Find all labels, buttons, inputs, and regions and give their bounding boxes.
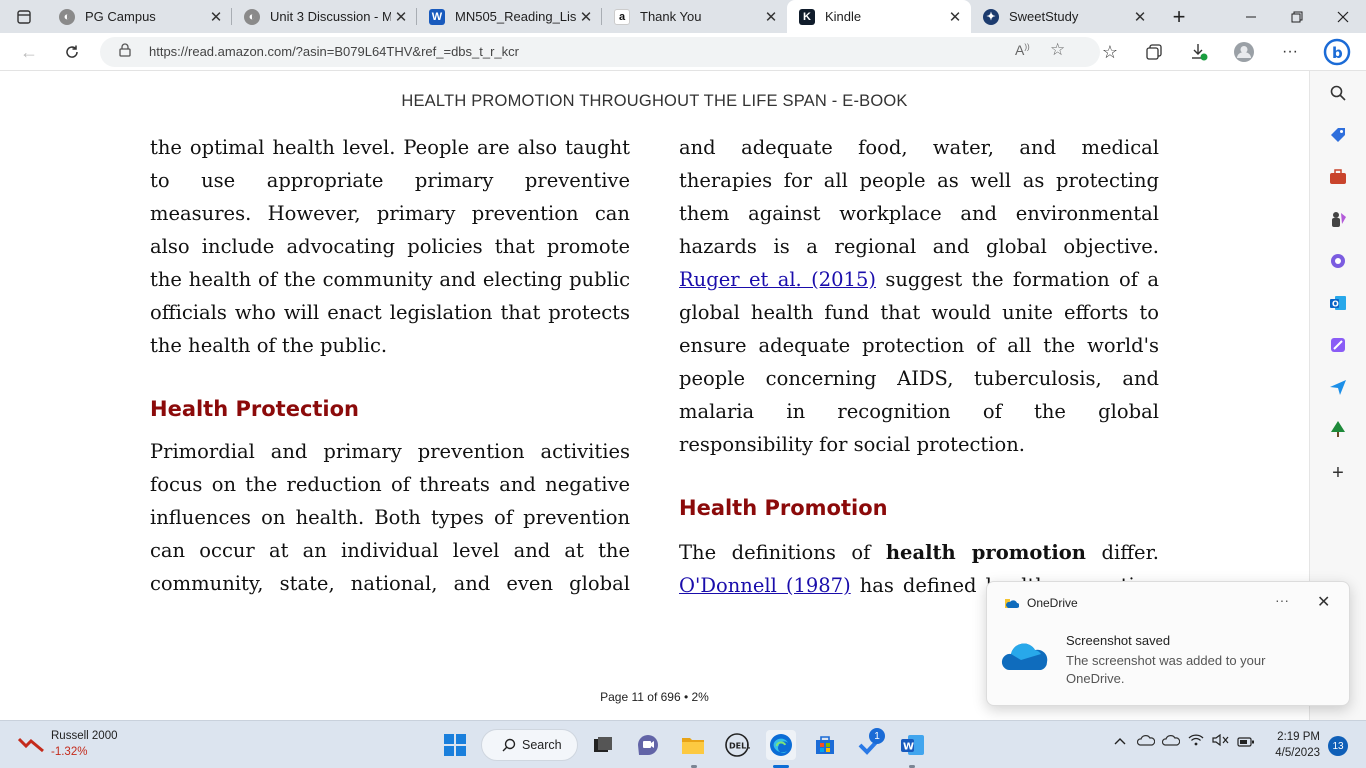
- start-button[interactable]: [440, 730, 470, 760]
- outlook-icon[interactable]: O: [1328, 293, 1348, 313]
- paragraph-text: suggest the formation of a global health…: [679, 268, 1159, 456]
- send-drop-icon[interactable]: [1328, 377, 1348, 397]
- chevron-up-icon[interactable]: [1114, 734, 1126, 749]
- stock-name[interactable]: Russell 2000: [51, 730, 117, 742]
- todo-badge: 1: [869, 728, 885, 744]
- close-icon[interactable]: ✕: [1317, 592, 1330, 612]
- file-explorer-icon[interactable]: [678, 730, 708, 760]
- section-heading: Health Promotion: [679, 496, 888, 520]
- word-icon[interactable]: W: [898, 730, 928, 760]
- close-window-button[interactable]: [1320, 0, 1366, 33]
- onedrive-notification[interactable]: OneDrive ··· ✕ Screenshot saved The scre…: [986, 581, 1350, 706]
- task-view-icon[interactable]: [588, 730, 618, 760]
- shopping-tag-icon[interactable]: [1328, 125, 1348, 145]
- svg-text:b: b: [1332, 44, 1343, 62]
- paragraph-text: and adequate food, water, and medical th…: [679, 136, 1159, 258]
- search-label: Search: [522, 738, 562, 752]
- paragraph: and adequate food, water, and medical th…: [679, 131, 1159, 461]
- svg-text:W: W: [903, 742, 914, 753]
- search-icon: [502, 738, 516, 752]
- tree-icon[interactable]: [1328, 419, 1348, 439]
- add-sidebar-app-icon[interactable]: +: [1328, 462, 1348, 484]
- stock-chart-icon[interactable]: [17, 733, 44, 758]
- notification-body: The screenshot was added to your OneDriv…: [1066, 653, 1266, 686]
- tools-briefcase-icon[interactable]: [1328, 167, 1348, 187]
- paragraph: Primordial and primary prevention activi…: [150, 440, 630, 595]
- left-column: the optimal health level. People are als…: [150, 131, 630, 600]
- volume-muted-icon[interactable]: [1212, 733, 1230, 749]
- taskbar-search[interactable]: Search: [481, 729, 578, 761]
- svg-text:O: O: [1332, 300, 1339, 309]
- clock-date: 4/5/2023: [1275, 747, 1320, 759]
- microsoft-store-icon[interactable]: [810, 730, 840, 760]
- edge-browser-icon[interactable]: [766, 730, 796, 760]
- search-icon[interactable]: [1328, 83, 1348, 103]
- cloud-sync-icon[interactable]: [1136, 734, 1156, 749]
- taskbar: Russell 2000 -1.32% Search DELL 1 W 2:19…: [0, 720, 1366, 768]
- more-options-icon[interactable]: ···: [1275, 592, 1289, 608]
- teams-chat-icon[interactable]: [633, 730, 663, 760]
- bing-chat-icon[interactable]: b: [1322, 37, 1352, 67]
- onedrive-app-icon: [1005, 599, 1019, 608]
- system-clock[interactable]: 2:19 PM 4/5/2023: [1272, 729, 1320, 761]
- games-icon[interactable]: [1328, 209, 1348, 229]
- wifi-icon[interactable]: [1188, 734, 1204, 749]
- paragraph-text: The definitions of: [679, 541, 886, 564]
- stock-change: -1.32%: [51, 746, 88, 758]
- reader-pages: the optimal health level. People are als…: [0, 0, 1309, 600]
- designer-icon[interactable]: [1328, 335, 1348, 355]
- notification-count-badge[interactable]: 13: [1328, 736, 1348, 756]
- onedrive-cloud-icon: [1001, 643, 1048, 670]
- battery-icon[interactable]: [1237, 735, 1255, 750]
- paragraph-text: differ.: [1085, 541, 1159, 564]
- citation-link[interactable]: Ruger et al. (2015): [679, 268, 876, 291]
- clock-time: 2:19 PM: [1277, 731, 1320, 743]
- microsoft-365-icon[interactable]: [1328, 251, 1348, 271]
- dell-icon[interactable]: DELL: [722, 730, 752, 760]
- right-column: and adequate food, water, and medical th…: [679, 131, 1159, 600]
- onedrive-tray-icon[interactable]: [1161, 734, 1181, 749]
- section-heading: Health Protection: [150, 397, 360, 421]
- notification-app-name: OneDrive: [1027, 596, 1078, 610]
- svg-text:DELL: DELL: [729, 742, 750, 751]
- paragraph: the optimal health level. People are als…: [150, 136, 630, 357]
- bold-term: health promotion: [885, 541, 1086, 564]
- notification-title: Screenshot saved: [1066, 633, 1171, 648]
- citation-link[interactable]: O'Donnell (1987): [679, 574, 851, 597]
